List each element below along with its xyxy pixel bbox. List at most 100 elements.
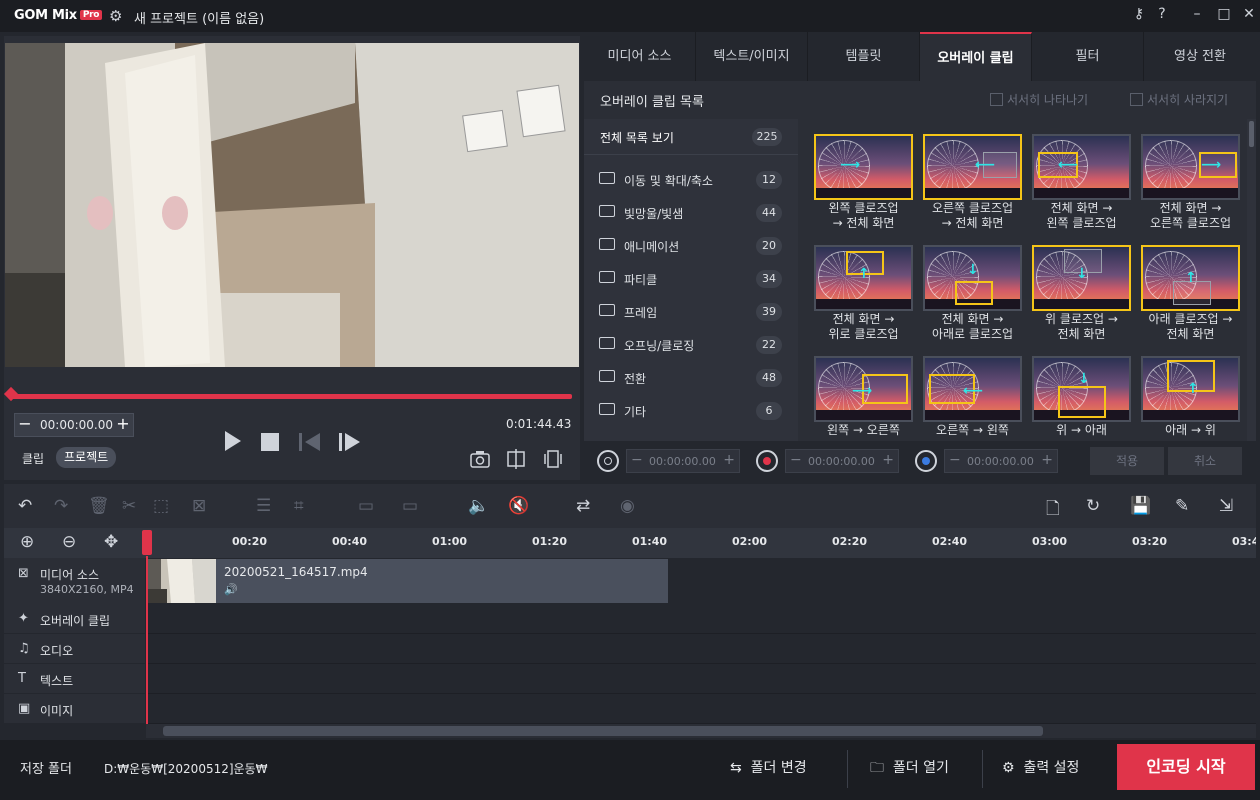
timeline-scrollbar-thumb[interactable] bbox=[163, 726, 1043, 736]
split-view-icon[interactable] bbox=[507, 449, 525, 472]
time-plus-button[interactable]: + bbox=[112, 413, 134, 437]
snapshot-icon[interactable] bbox=[470, 450, 490, 471]
tab-media-source[interactable]: 미디어 소스 bbox=[584, 32, 696, 81]
category-item[interactable]: 빛망울/빛샘 44 bbox=[584, 196, 798, 229]
ruler-tick: 00:40 bbox=[332, 535, 368, 548]
open-folder-button[interactable]: 🗀 폴더 열기 bbox=[870, 757, 949, 781]
open-project-icon[interactable]: ↻ bbox=[1086, 496, 1100, 516]
grid-scrollbar[interactable] bbox=[1247, 119, 1256, 441]
overlay-track[interactable] bbox=[146, 604, 1256, 634]
redo-icon[interactable]: ↷ bbox=[54, 496, 68, 516]
remove-select-icon[interactable]: ⊠ bbox=[192, 496, 206, 516]
cancel-button[interactable]: 취소 bbox=[1168, 447, 1242, 475]
mute-icon[interactable]: 🔇 bbox=[508, 496, 529, 516]
timeline-ruler[interactable] bbox=[4, 528, 1256, 558]
tab-overlay-clip[interactable]: 오버레이 클립 bbox=[920, 32, 1032, 81]
overlay-thumb[interactable]: ⟵ bbox=[923, 356, 1022, 422]
image-track[interactable] bbox=[146, 694, 1256, 724]
category-item[interactable]: 전환 48 bbox=[584, 361, 798, 394]
play-icon[interactable] bbox=[224, 430, 242, 457]
overlay-label: 아래 → 위 bbox=[1165, 423, 1216, 437]
new-project-icon[interactable]: 🗋 bbox=[1046, 496, 1060, 525]
overlay-thumb[interactable]: ↓ bbox=[1032, 245, 1131, 311]
volume-icon[interactable]: 🔈 bbox=[468, 496, 489, 516]
time-minus-button[interactable]: − bbox=[14, 413, 36, 437]
image-icon[interactable]: ▭ bbox=[358, 496, 374, 516]
category-item[interactable]: 파티클 34 bbox=[584, 262, 798, 295]
maximize-button[interactable]: □ bbox=[1213, 6, 1235, 22]
tab-filter[interactable]: 필터 bbox=[1032, 32, 1144, 81]
clip-filename: 20200521_164517.mp4 bbox=[224, 565, 368, 579]
duration-time-input[interactable]: −00:00:00.00 + bbox=[626, 449, 740, 473]
playhead-handle[interactable] bbox=[142, 530, 152, 555]
ruler-tick: 01:00 bbox=[432, 535, 468, 548]
folder-icon: 🗀 bbox=[870, 760, 884, 776]
category-item[interactable]: 애니메이션 20 bbox=[584, 229, 798, 262]
category-item[interactable]: 프레임 39 bbox=[584, 295, 798, 328]
image-edit-icon[interactable]: ▭ bbox=[402, 496, 418, 516]
change-folder-button[interactable]: ⇆ 폴더 변경 bbox=[730, 757, 807, 777]
category-item[interactable]: 기타 6 bbox=[584, 394, 798, 427]
minimize-button[interactable]: – bbox=[1186, 6, 1208, 22]
help-icon[interactable]: ? bbox=[1151, 6, 1173, 22]
replace-icon[interactable]: ⇄ bbox=[576, 496, 590, 516]
crop-icon[interactable]: ⌗ bbox=[294, 496, 304, 516]
end-time-input[interactable]: −00:00:00.00 + bbox=[944, 449, 1058, 473]
tab-transition[interactable]: 영상 전환 bbox=[1144, 32, 1256, 81]
select-icon[interactable]: ⬚ bbox=[153, 496, 169, 516]
track-label-text: T 텍스트 bbox=[4, 664, 145, 694]
zoom-out-icon[interactable]: ⊖ bbox=[62, 532, 76, 552]
export-icon[interactable]: ⇲ bbox=[1219, 496, 1233, 516]
overlay-thumb[interactable]: ↑ bbox=[814, 245, 913, 311]
grid-scrollbar-thumb[interactable] bbox=[1249, 121, 1254, 147]
overlay-thumb[interactable]: ⟶ bbox=[814, 356, 913, 422]
tab-text-image[interactable]: 텍스트/이미지 bbox=[696, 32, 808, 81]
category-item[interactable]: 오프닝/클로징 22 bbox=[584, 328, 798, 361]
adjust-icon[interactable]: ☰ bbox=[256, 496, 271, 516]
tab-project[interactable]: 프로젝트 bbox=[56, 447, 117, 468]
fade-in-checkbox[interactable]: 서서히 나타나기 bbox=[990, 91, 1088, 108]
overlay-thumb[interactable]: ⟵ bbox=[923, 134, 1022, 200]
seek-bar[interactable] bbox=[8, 394, 572, 399]
cut-icon[interactable]: ✂ bbox=[122, 496, 136, 516]
save-icon[interactable]: 💾 bbox=[1130, 496, 1151, 516]
category-all[interactable]: 전체 목록 보기 225 bbox=[584, 119, 798, 155]
prev-frame-icon[interactable] bbox=[299, 432, 321, 456]
preview-eye-icon[interactable]: ◉ bbox=[620, 496, 635, 516]
overlay-thumb[interactable]: ⟶ bbox=[814, 134, 913, 200]
change-folder-icon: ⇆ bbox=[730, 760, 742, 776]
ruler-tick: 03:20 bbox=[1132, 535, 1168, 548]
overlay-thumb[interactable]: ⟵ bbox=[1032, 134, 1131, 200]
ruler-tick: 03:40 bbox=[1232, 535, 1256, 548]
overlay-thumb[interactable]: ↓ bbox=[923, 245, 1022, 311]
stop-icon[interactable] bbox=[261, 432, 279, 456]
overlay-thumb[interactable]: ⟶ bbox=[1141, 134, 1240, 200]
close-button[interactable]: ✕ bbox=[1238, 6, 1260, 22]
key-icon[interactable]: ⚷ bbox=[1128, 6, 1150, 22]
zoom-in-icon[interactable]: ⊕ bbox=[20, 532, 34, 552]
fit-icon[interactable]: ✥ bbox=[104, 532, 118, 552]
audio-track[interactable] bbox=[146, 634, 1256, 664]
tab-template[interactable]: 템플릿 bbox=[808, 32, 920, 81]
footer-divider bbox=[982, 750, 983, 788]
app-logo: GOM Mix Pro bbox=[14, 8, 103, 23]
overlay-label: 위 → 아래 bbox=[1056, 423, 1107, 437]
overlay-thumb[interactable]: ↓ bbox=[1032, 356, 1131, 422]
overlay-thumb[interactable]: ↑ bbox=[1141, 245, 1240, 311]
apply-button[interactable]: 적용 bbox=[1090, 447, 1164, 475]
start-encoding-button[interactable]: 인코딩 시작 bbox=[1117, 744, 1255, 790]
category-item[interactable]: 이동 및 확대/축소 12 bbox=[584, 163, 798, 196]
fullscreen-preview-icon[interactable] bbox=[544, 449, 562, 472]
overlay-thumb[interactable]: ↑ bbox=[1141, 356, 1240, 422]
tab-clip[interactable]: 클립 bbox=[22, 450, 44, 467]
start-time-input[interactable]: −00:00:00.00 + bbox=[785, 449, 899, 473]
fade-out-checkbox[interactable]: 서서히 사라지기 bbox=[1130, 91, 1228, 108]
delete-icon[interactable]: 🗑 bbox=[88, 496, 110, 516]
text-track[interactable] bbox=[146, 664, 1256, 694]
undo-icon[interactable]: ↶ bbox=[18, 496, 32, 516]
output-settings-button[interactable]: ⚙ 출력 설정 bbox=[1002, 757, 1079, 777]
settings-gear-icon[interactable]: ⚙ bbox=[109, 7, 122, 25]
next-frame-icon[interactable] bbox=[339, 432, 361, 456]
save-as-icon[interactable]: ✎ bbox=[1175, 496, 1189, 516]
current-time[interactable]: 00:00:00.00 bbox=[40, 418, 113, 432]
